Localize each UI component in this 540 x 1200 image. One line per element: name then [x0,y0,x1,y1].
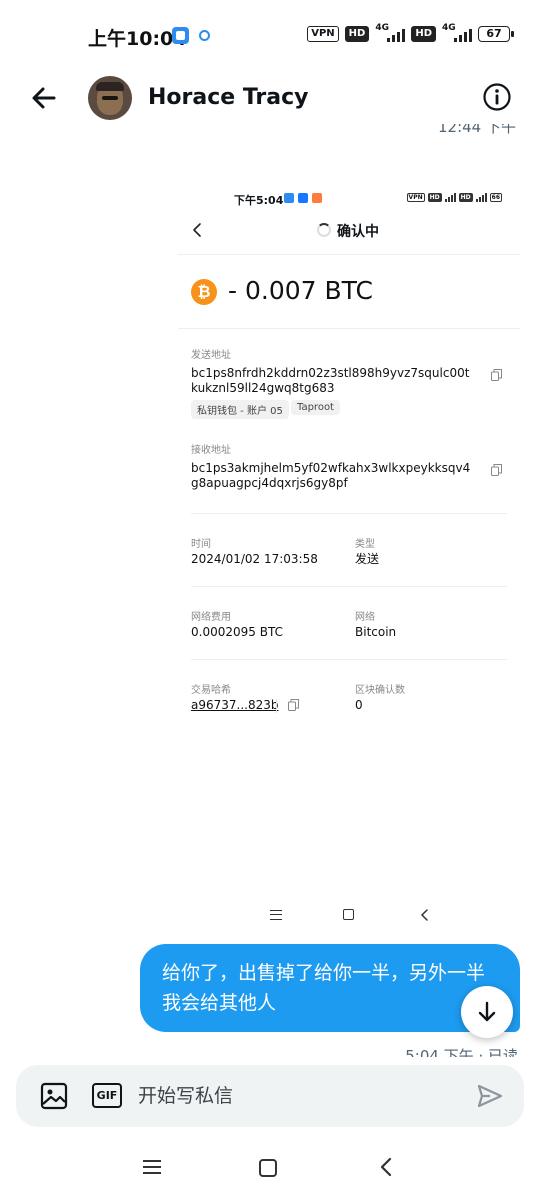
wallet-tag: 私钥钱包 - 账户 05 [191,400,289,419]
conversation-header: Horace Tracy [0,72,540,128]
confirmations-value: 0 [355,698,363,712]
signal-icon-2: 4G [442,23,472,42]
signal-icon: 4G [375,23,406,42]
transaction-amount: - 0.007 BTC [228,276,373,305]
attachment-status-bar: 下午5:04 VPN HD HD 66 [234,193,502,207]
message-input[interactable] [138,1079,458,1113]
sender-address: bc1ps8nfrdh2kddrn02z3stl898h9yvz7squlc00… [191,366,470,395]
transaction-hash: a96737...823b [191,698,279,712]
contact-name[interactable]: Horace Tracy [148,85,309,110]
receiver-address: bc1ps3akmjhelm5yf02wfkahx3wlkxpeykksqv4g… [191,461,471,490]
back-icon [420,909,428,921]
hd-badge: HD [344,26,370,42]
avatar[interactable] [88,76,132,120]
attachment-nav: 确认中 [178,216,520,246]
loading-spinner-icon [317,223,331,237]
back-arrow-icon[interactable] [28,82,60,114]
fee-label: 网络费用 [191,612,231,623]
app-icon [284,193,294,203]
system-navbar [0,1140,540,1200]
receiver-label: 接收地址 [191,445,231,456]
bitcoin-icon: ₿ [191,279,217,305]
network-label: 网络 [355,612,375,623]
message-composer: GIF [16,1065,524,1127]
message-text: 给你了，出售掉了给你一半，另外一半我会给其他人 [162,962,486,1014]
time-label: 时间 [191,539,211,550]
previous-timestamp: 12:44 下午 [438,124,516,136]
arrow-down-icon [478,1001,496,1022]
read-receipt: 5:04 下午 · 已读 [405,1047,518,1057]
amount-row: ₿ - 0.007 BTC [178,271,520,315]
fee-value: 0.0002095 BTC [191,625,283,639]
battery-icon: 67 [478,26,514,42]
attachment-status-time: 下午5:04 [234,194,284,207]
copy-icon-2 [491,464,502,476]
hash-label: 交易哈希 [191,685,231,696]
back-icon[interactable] [376,1156,396,1178]
alipay-icon [298,193,308,203]
type-label: 类型 [355,539,375,550]
taproot-tag: Taproot [291,400,340,415]
network-value: Bitcoin [355,625,397,639]
vpn-badge: VPN [307,26,339,42]
gif-button[interactable]: GIF [92,1083,122,1108]
app-notification-icon [172,27,189,44]
scroll-to-bottom-button[interactable] [461,986,513,1038]
image-attachment[interactable]: 下午5:04 VPN HD HD 66 确认中 ₿ - 0.007 BTC 发送地… [178,186,520,926]
attachment-battery: 66 [489,193,502,202]
copy-icon [491,369,502,381]
recent-apps-icon[interactable] [143,1160,161,1174]
status-bar: 上午10:04 VPN HD 4G HD 4G 67 [0,0,540,72]
hd-badge-2: HD [411,26,436,42]
menu-icon [270,910,282,920]
sender-label: 发送地址 [191,350,231,361]
image-icon[interactable] [40,1082,68,1110]
confirmations-label: 区块确认数 [355,685,405,696]
time-value: 2024/01/02 17:03:58 [191,552,318,566]
copy-icon-3 [288,699,299,711]
attachment-title: 确认中 [337,224,379,240]
type-value: 发送 [355,552,380,566]
home-icon [343,909,354,920]
info-icon[interactable] [482,82,512,112]
chevron-left-icon [193,223,201,237]
attachment-navbar [178,902,520,926]
app-icon-2 [312,193,322,203]
q-notification-icon [199,30,210,41]
home-icon[interactable] [259,1159,277,1177]
send-icon[interactable] [476,1082,504,1110]
